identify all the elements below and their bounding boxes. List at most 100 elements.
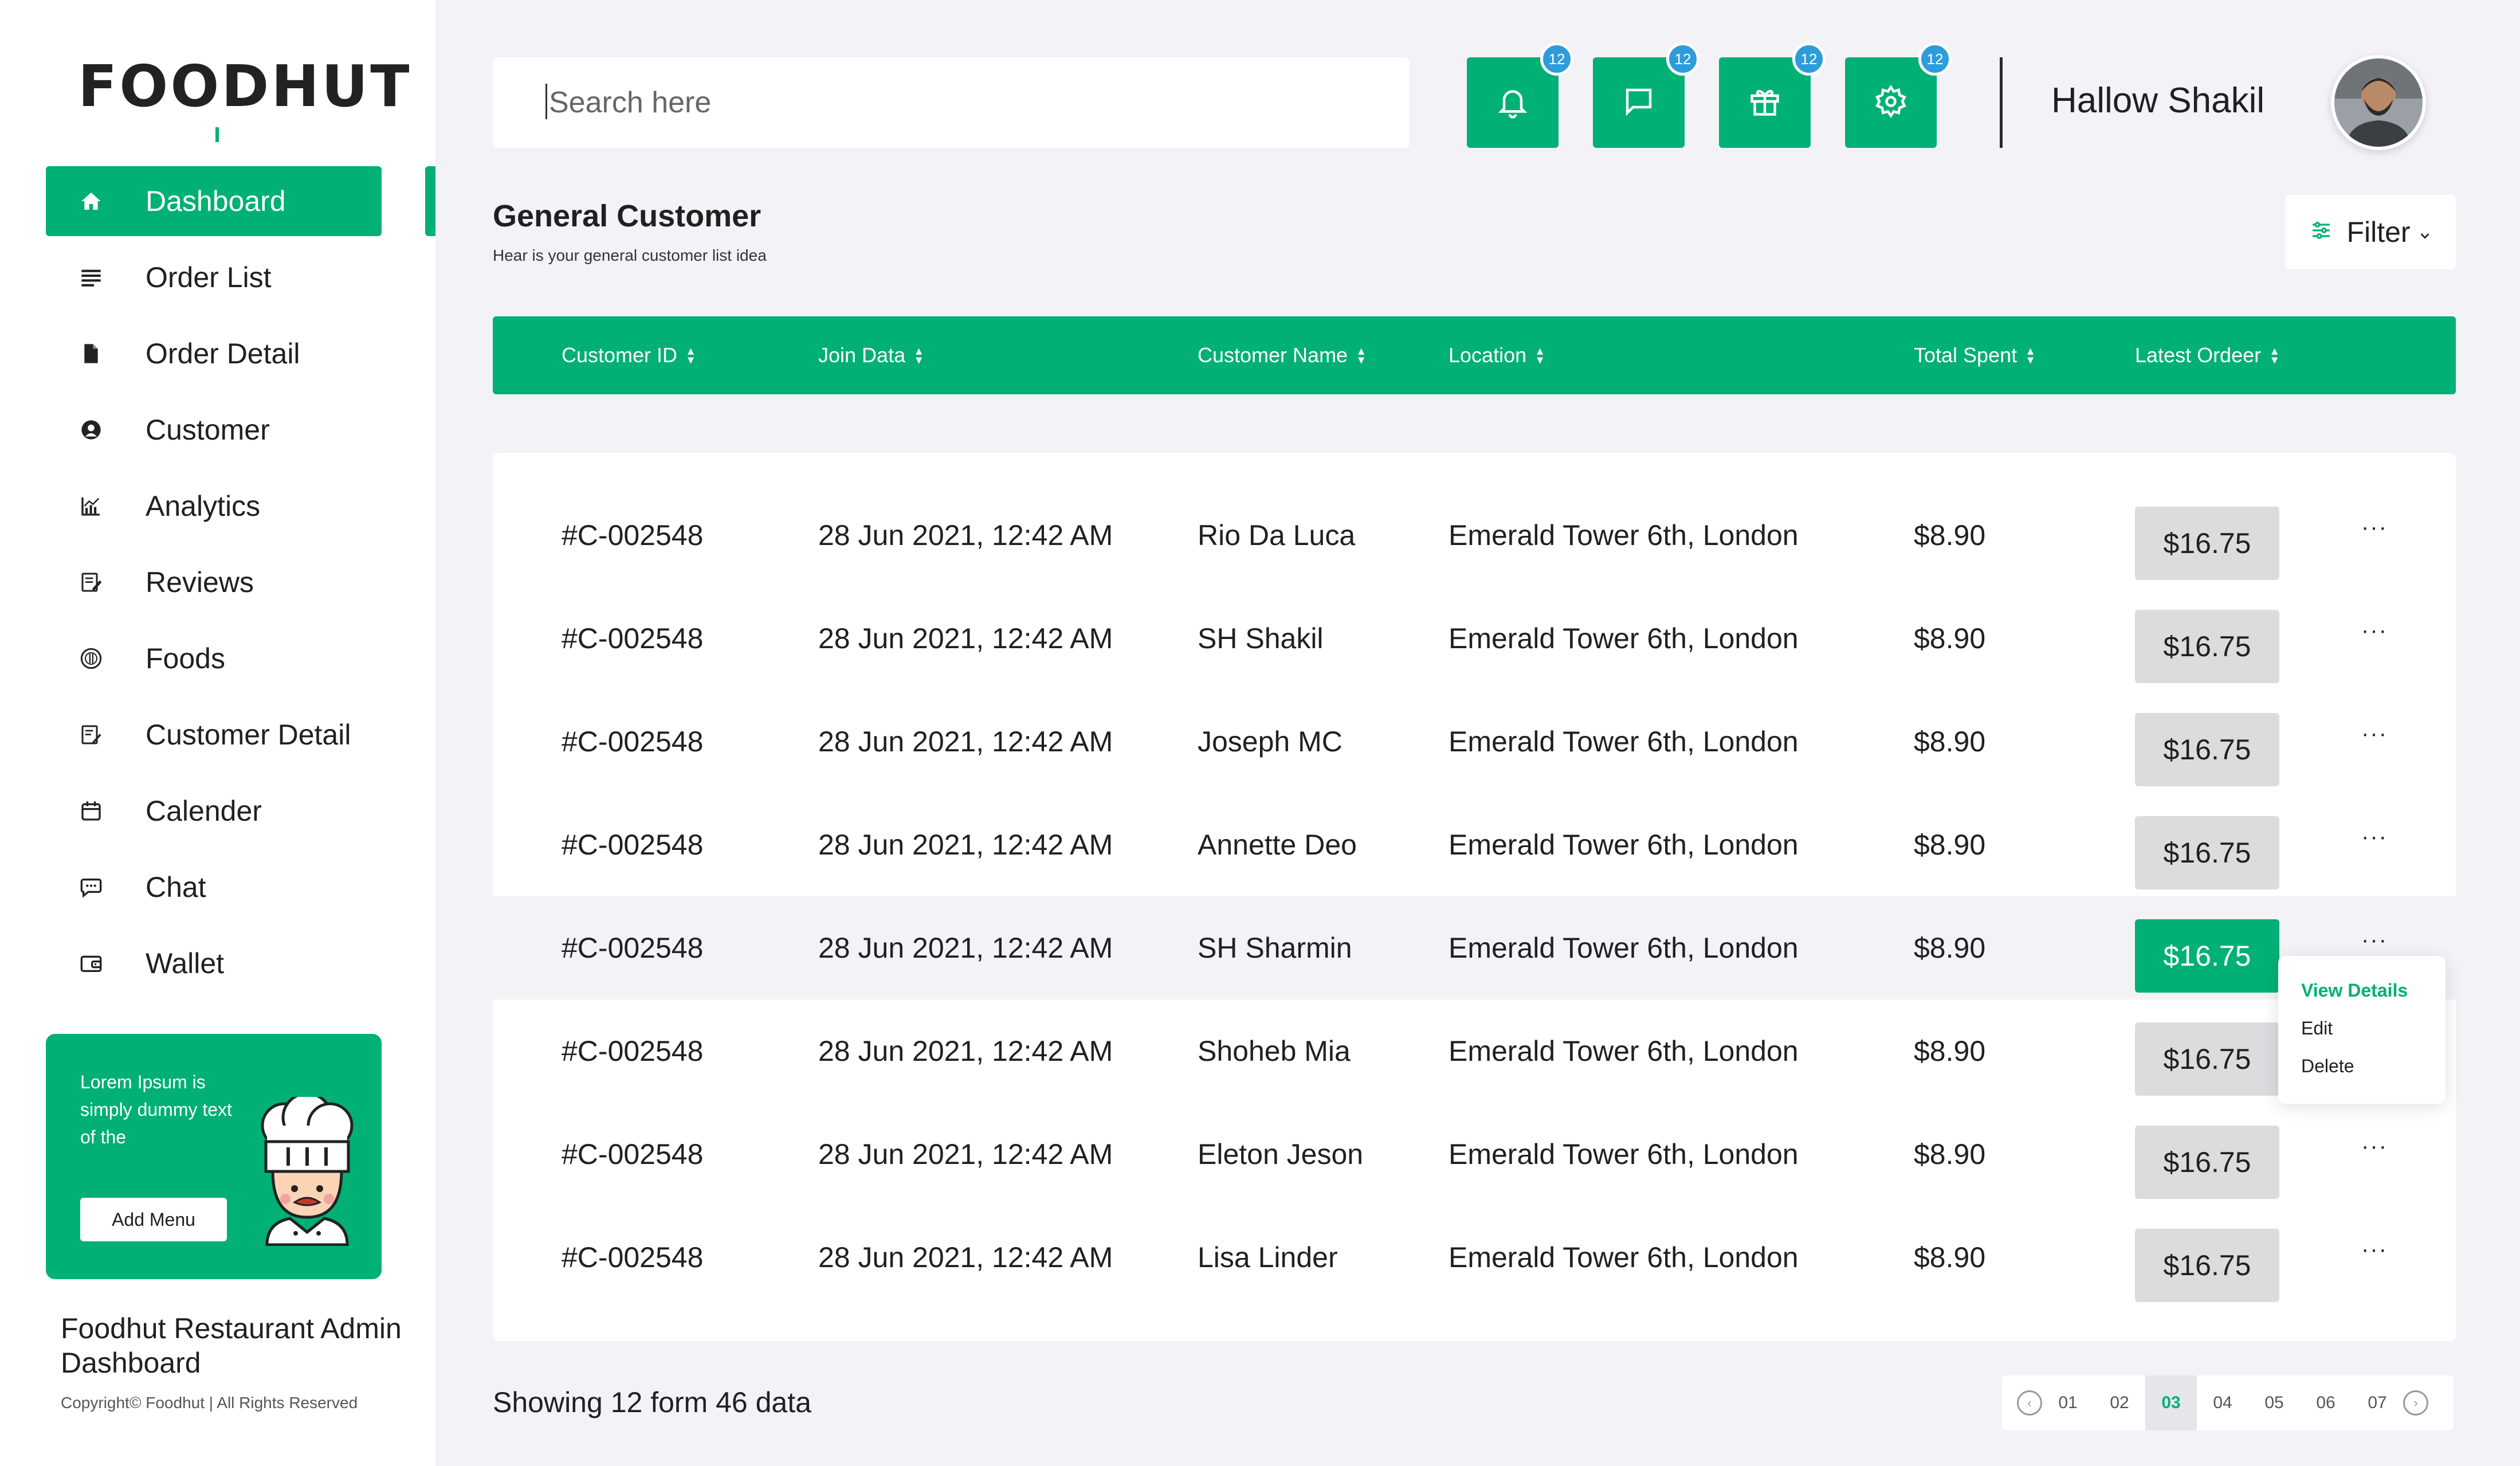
sort-icon: ▴ ▾ xyxy=(1358,343,1365,367)
page-06[interactable]: 06 xyxy=(2300,1375,2352,1430)
customer-name-cell: Lisa Linder xyxy=(1198,1241,1338,1273)
sort-icon: ▴ ▾ xyxy=(2027,343,2034,367)
column-header-total-spent[interactable]: Total Spent ▴ ▾ xyxy=(1914,316,2034,394)
search-input[interactable] xyxy=(545,85,1348,120)
sidebar-item-wallet[interactable]: Wallet xyxy=(46,928,382,998)
sidebar-item-order-list[interactable]: Order List xyxy=(46,242,382,312)
table-row-selected[interactable]: #C-002548 28 Jun 2021, 12:42 AM SH Sharm… xyxy=(493,896,2456,999)
page-04[interactable]: 04 xyxy=(2197,1375,2248,1430)
column-header-join-date[interactable]: Join Data ▴ ▾ xyxy=(818,316,922,394)
table-row[interactable]: #C-002548 28 Jun 2021, 12:42 AM Lisa Lin… xyxy=(493,1206,2456,1309)
table-row[interactable]: #C-002548 28 Jun 2021, 12:42 AM Rio Da L… xyxy=(493,484,2456,587)
more-options-icon[interactable]: ··· xyxy=(2357,1135,2392,1158)
messages-button[interactable]: 12 xyxy=(1593,42,1699,148)
sidebar-item-label: Order List xyxy=(146,261,272,293)
more-options-icon[interactable]: ··· xyxy=(2357,516,2392,539)
sidebar-item-chat[interactable]: Chat xyxy=(46,852,382,922)
customer-name-cell: Joseph MC xyxy=(1198,726,1343,758)
sort-icon: ▴ ▾ xyxy=(688,343,694,367)
text-caret xyxy=(545,84,547,119)
sidebar-item-customer[interactable]: Customer xyxy=(46,395,382,465)
column-header-latest-order[interactable]: Latest Ordeer ▴ ▾ xyxy=(2135,316,2278,394)
pagination: ‹ 01 02 03 04 05 06 07 › xyxy=(2002,1375,2454,1430)
home-icon xyxy=(78,188,104,214)
sidebar-item-label: Chat xyxy=(146,871,206,903)
more-options-icon[interactable]: ··· xyxy=(2357,722,2392,745)
latest-order-button[interactable]: $16.75 xyxy=(2135,507,2279,580)
chevron-left-icon[interactable]: ‹ xyxy=(2017,1390,2042,1416)
edit-icon xyxy=(78,569,104,595)
sidebar-item-order-detail[interactable]: Order Detail xyxy=(46,319,382,389)
row-context-menu: View Details Edit Delete xyxy=(2278,956,2446,1104)
chef-illustration xyxy=(250,1092,364,1249)
promo-text: Lorem Ipsum is simply dummy text of the xyxy=(80,1072,232,1147)
total-spent-cell: $8.90 xyxy=(1914,1241,1986,1273)
table-row[interactable]: #C-002548 28 Jun 2021, 12:42 AM Shoheb M… xyxy=(493,999,2456,1103)
sidebar: FOODHUT Dashboard Order List Order Detai… xyxy=(0,0,435,1466)
view-details-menu-item[interactable]: View Details xyxy=(2301,980,2446,1018)
more-options-icon[interactable]: ··· xyxy=(2357,619,2392,642)
user-name: Hallow Shakil xyxy=(2051,81,2265,120)
latest-order-button[interactable]: $16.75 xyxy=(2135,610,2279,683)
customer-id-cell: #C-002548 xyxy=(562,622,704,654)
sidebar-item-label: Calender xyxy=(146,795,262,827)
join-date-cell: 28 Jun 2021, 12:42 AM xyxy=(818,1138,1113,1170)
avatar[interactable] xyxy=(2331,55,2426,150)
gifts-button[interactable]: 12 xyxy=(1719,42,1826,148)
chevron-down-icon xyxy=(2419,215,2431,249)
clipboard-icon xyxy=(78,722,104,748)
table-row[interactable]: #C-002548 28 Jun 2021, 12:42 AM Eleton J… xyxy=(493,1103,2456,1206)
search-bar[interactable] xyxy=(493,57,1410,148)
settings-button[interactable]: 12 xyxy=(1845,42,1952,148)
column-header-customer-id[interactable]: Customer ID ▴ ▾ xyxy=(562,316,694,394)
more-options-icon[interactable]: ··· xyxy=(2357,1238,2392,1261)
sidebar-item-analytics[interactable]: Analytics xyxy=(46,471,382,541)
customer-id-cell: #C-002548 xyxy=(562,1035,704,1067)
more-options-icon[interactable]: ··· xyxy=(2357,928,2392,951)
latest-order-button[interactable]: $16.75 xyxy=(2135,713,2279,786)
header-divider xyxy=(2000,57,2003,148)
latest-order-button[interactable]: $16.75 xyxy=(2135,1022,2279,1096)
delete-menu-item[interactable]: Delete xyxy=(2301,1056,2446,1093)
notifications-button[interactable]: 12 xyxy=(1467,42,1573,148)
total-spent-cell: $8.90 xyxy=(1914,1138,1986,1170)
document-icon xyxy=(78,340,104,367)
sidebar-item-foods[interactable]: Foods xyxy=(46,624,382,693)
column-header-location[interactable]: Location ▴ ▾ xyxy=(1449,316,1543,394)
total-spent-cell: $8.90 xyxy=(1914,1035,1986,1067)
page-07[interactable]: 07 xyxy=(2352,1375,2403,1430)
more-options-icon[interactable]: ··· xyxy=(2357,825,2392,848)
customer-name-cell: Shoheb Mia xyxy=(1198,1035,1351,1067)
sidebar-item-label: Wallet xyxy=(146,947,225,979)
latest-order-button[interactable]: $16.75 xyxy=(2135,919,2279,993)
sidebar-item-customer-detail[interactable]: Customer Detail xyxy=(46,700,382,770)
sidebar-item-calender[interactable]: Calender xyxy=(46,776,382,846)
latest-order-button[interactable]: $16.75 xyxy=(2135,816,2279,889)
column-header-customer-name[interactable]: Customer Name ▴ ▾ xyxy=(1198,316,1364,394)
page-01[interactable]: 01 xyxy=(2042,1375,2094,1430)
customer-name-cell: Rio Da Luca xyxy=(1198,519,1356,551)
table-row[interactable]: #C-002548 28 Jun 2021, 12:42 AM Annette … xyxy=(493,793,2456,896)
chevron-right-icon[interactable]: › xyxy=(2403,1390,2428,1416)
edit-menu-item[interactable]: Edit xyxy=(2301,1018,2446,1056)
chat-icon xyxy=(78,874,104,900)
customer-name-cell: Eleton Jeson xyxy=(1198,1138,1364,1170)
page-03-current[interactable]: 03 xyxy=(2145,1375,2197,1430)
latest-order-button[interactable]: $16.75 xyxy=(2135,1229,2279,1302)
join-date-cell: 28 Jun 2021, 12:42 AM xyxy=(818,519,1113,551)
user-icon xyxy=(78,417,104,443)
footer-title: Foodhut Restaurant Admin Dashboard xyxy=(61,1312,402,1379)
table-row[interactable]: #C-002548 28 Jun 2021, 12:42 AM Joseph M… xyxy=(493,690,2456,793)
promo-card: Lorem Ipsum is simply dummy text of the … xyxy=(46,1034,382,1279)
add-menu-button[interactable]: Add Menu xyxy=(80,1198,227,1241)
page-05[interactable]: 05 xyxy=(2248,1375,2300,1430)
table-row[interactable]: #C-002548 28 Jun 2021, 12:42 AM SH Shaki… xyxy=(493,587,2456,690)
sidebar-item-label: Customer xyxy=(146,414,270,446)
sort-icon: ▴ ▾ xyxy=(2271,343,2278,367)
customer-id-cell: #C-002548 xyxy=(562,932,704,964)
sidebar-item-dashboard[interactable]: Dashboard xyxy=(46,166,382,236)
sidebar-item-reviews[interactable]: Reviews xyxy=(46,547,382,617)
latest-order-button[interactable]: $16.75 xyxy=(2135,1126,2279,1199)
filter-button[interactable]: Filter xyxy=(2285,195,2456,269)
page-02[interactable]: 02 xyxy=(2094,1375,2145,1430)
